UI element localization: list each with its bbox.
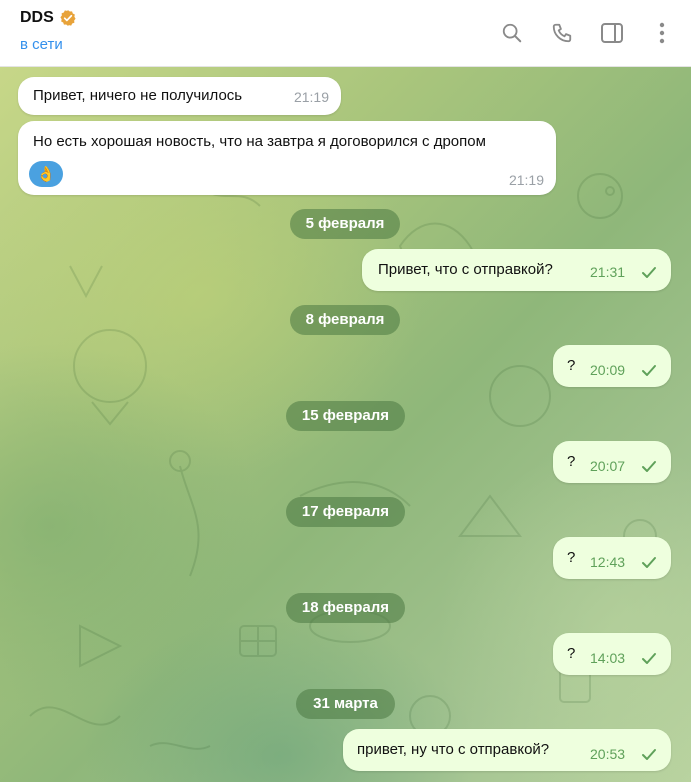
message-text: привет, ну что с отправкой? xyxy=(357,741,550,758)
more-vertical-icon[interactable] xyxy=(647,18,677,48)
outgoing-message[interactable]: ? 20:09 xyxy=(553,345,671,387)
date-separator: 8 февраля xyxy=(290,305,400,335)
date-separator: 31 марта xyxy=(296,689,395,719)
message-text: ? xyxy=(567,453,576,470)
message-time: 20:07 xyxy=(590,458,626,474)
phone-icon[interactable] xyxy=(547,18,577,48)
outgoing-message[interactable]: ? 12:43 xyxy=(553,537,671,579)
outgoing-message[interactable]: Привет, что с отправкой? 21:31 xyxy=(362,249,671,291)
chat-title[interactable]: DDS xyxy=(20,9,54,27)
read-check-icon xyxy=(642,365,656,376)
message-time: 12:43 xyxy=(590,554,626,570)
message-text: ? xyxy=(567,549,576,566)
date-separator: 15 февраля xyxy=(286,401,405,431)
chat-area[interactable]: Привет, ничего не получилось 21:19 Но ес… xyxy=(0,66,691,782)
message-text: Но есть хорошая новость, что на завтра я… xyxy=(33,133,486,150)
message-time: 20:09 xyxy=(590,362,626,378)
date-separator: 17 февраля xyxy=(286,497,405,527)
incoming-message[interactable]: Но есть хорошая новость, что на завтра я… xyxy=(18,121,556,195)
outgoing-message[interactable]: привет, ну что с отправкой? 20:53 xyxy=(343,729,671,771)
message-time: 14:03 xyxy=(590,650,626,666)
message-time: 21:19 xyxy=(293,89,329,105)
search-icon[interactable] xyxy=(497,18,527,48)
ok-hand-emoji-icon: 👌 xyxy=(29,161,63,187)
message-time: 21:19 xyxy=(508,172,544,188)
read-check-icon xyxy=(642,557,656,568)
read-check-icon xyxy=(642,749,656,760)
date-separator: 5 февраля xyxy=(290,209,400,239)
verified-badge-icon xyxy=(59,9,77,27)
date-separator: 18 февраля xyxy=(286,593,405,623)
read-check-icon xyxy=(642,267,656,278)
message-text: Привет, что с отправкой? xyxy=(378,261,553,278)
outgoing-message[interactable]: ? 14:03 xyxy=(553,633,671,675)
chat-header: DDS в сети xyxy=(0,0,691,67)
message-time: 20:53 xyxy=(590,746,626,762)
message-text: Привет, ничего не получилось xyxy=(33,87,243,104)
read-check-icon xyxy=(642,653,656,664)
online-status: в сети xyxy=(20,36,63,53)
sidebar-toggle-icon[interactable] xyxy=(597,18,627,48)
read-check-icon xyxy=(642,461,656,472)
incoming-message[interactable]: Привет, ничего не получилось 21:19 xyxy=(18,77,341,115)
message-time: 21:31 xyxy=(590,264,626,280)
message-text: ? xyxy=(567,645,576,662)
outgoing-message[interactable]: ? 20:07 xyxy=(553,441,671,483)
chat-title-row[interactable]: DDS xyxy=(20,9,77,27)
message-text: ? xyxy=(567,357,576,374)
